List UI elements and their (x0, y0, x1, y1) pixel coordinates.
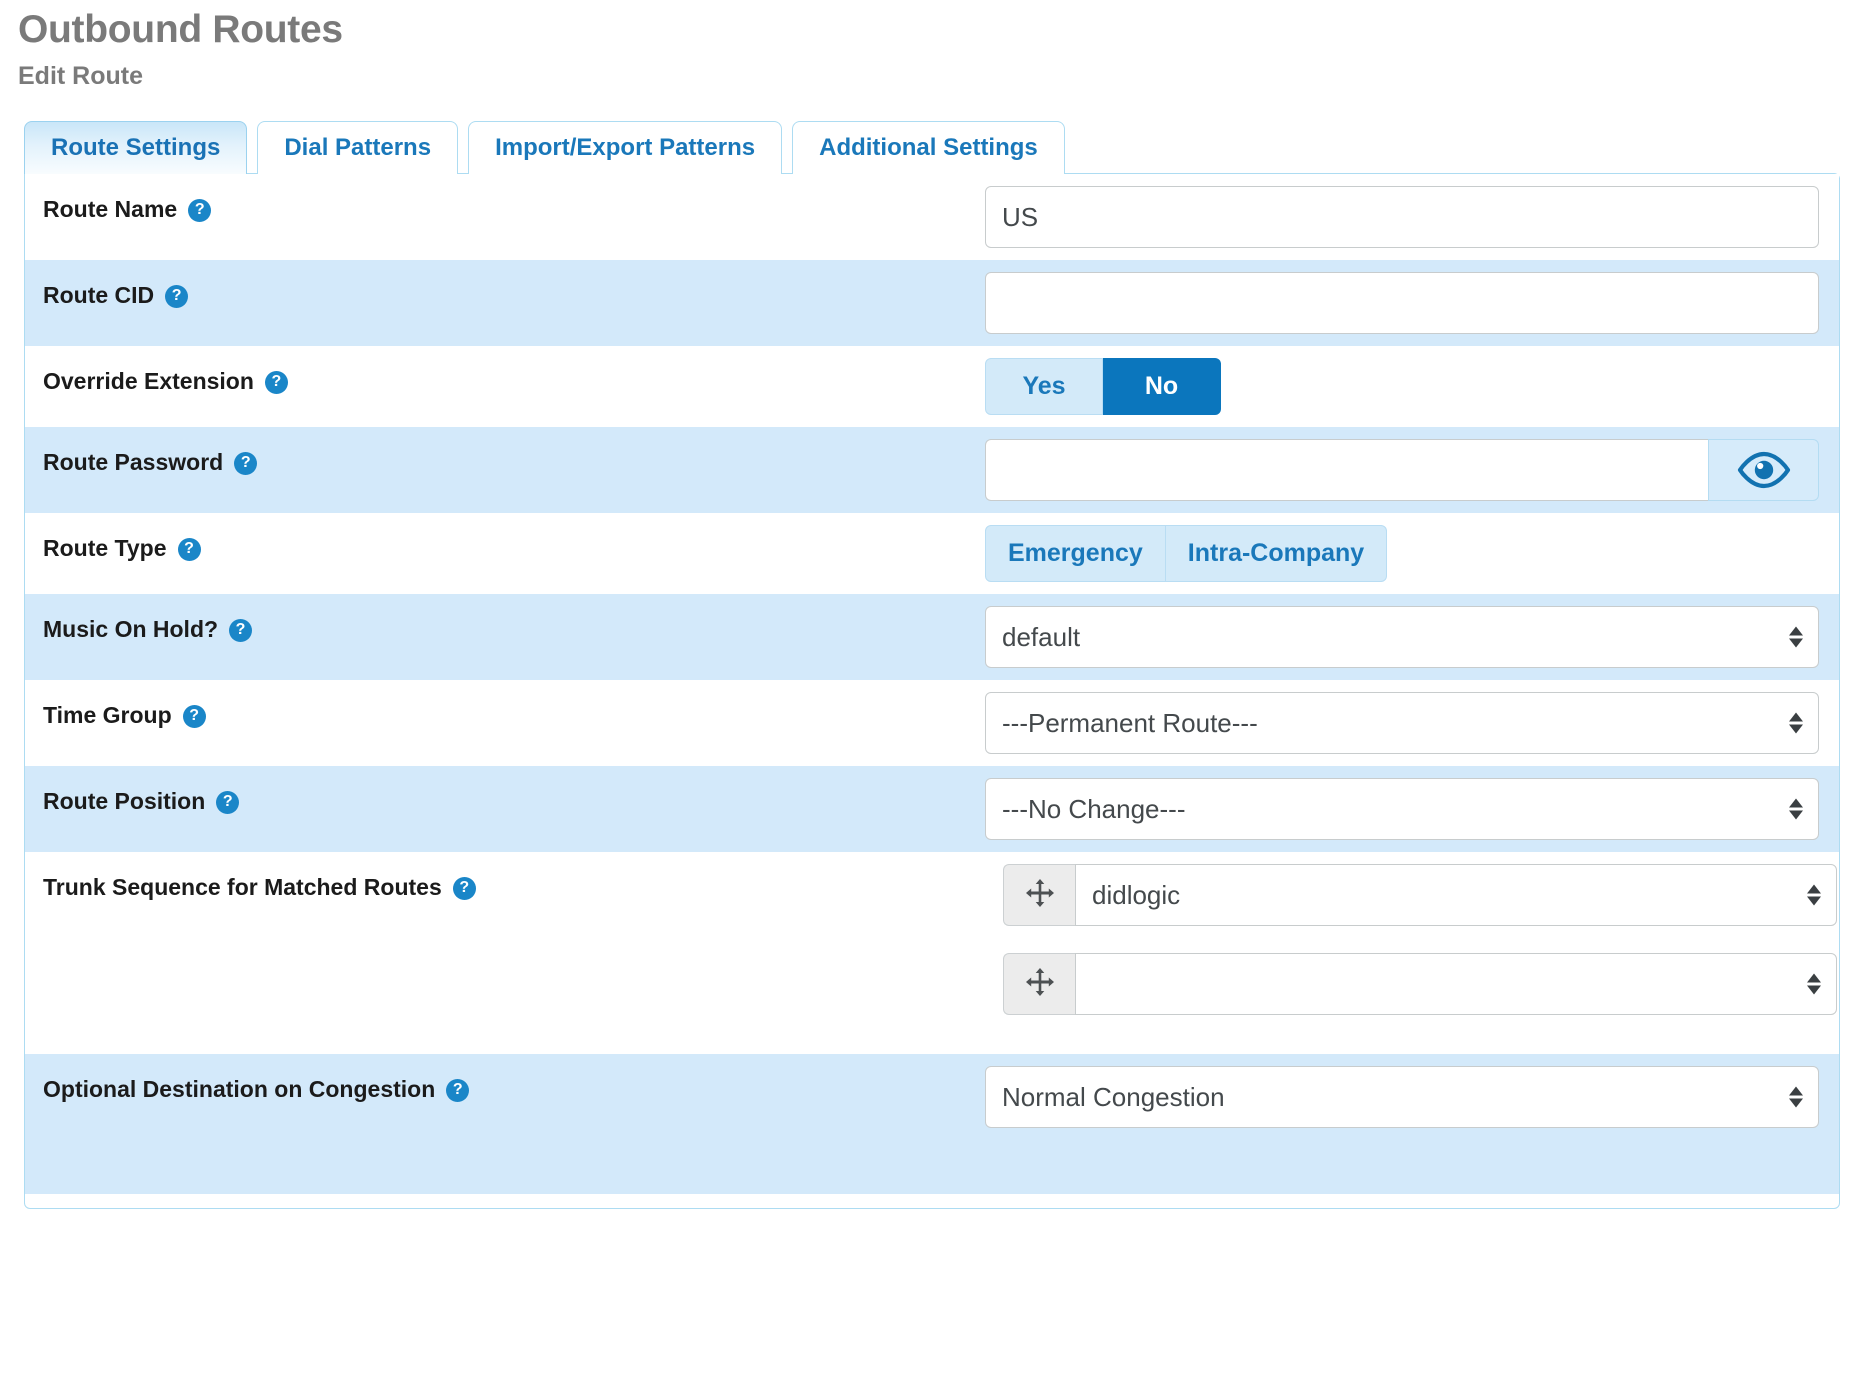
label-route-name: Route Name ? (25, 174, 985, 224)
help-icon[interactable]: ? (165, 285, 188, 308)
row-trunk-sequence: Trunk Sequence for Matched Routes ? didl… (25, 852, 1839, 1054)
trunk-sequence-row (1003, 953, 1837, 1015)
toggle-label: Yes (1022, 372, 1065, 401)
select-value: Normal Congestion (985, 1066, 1819, 1128)
trunk-select[interactable] (1075, 953, 1837, 1015)
row-optional-destination: Optional Destination on Congestion ? Nor… (25, 1054, 1839, 1194)
help-icon[interactable]: ? (234, 452, 257, 475)
field-route-name (985, 174, 1839, 260)
override-extension-yes[interactable]: Yes (985, 358, 1103, 415)
label-route-password: Route Password ? (25, 427, 985, 477)
select-value: didlogic (1075, 864, 1837, 926)
row-label-text: Trunk Sequence for Matched Routes (43, 874, 442, 902)
tab-additional-settings[interactable]: Additional Settings (792, 121, 1065, 174)
help-icon[interactable]: ? (453, 877, 476, 900)
row-route-password: Route Password ? (25, 427, 1839, 513)
row-route-cid: Route CID ? (25, 260, 1839, 346)
label-optional-destination: Optional Destination on Congestion ? (25, 1054, 985, 1104)
help-icon[interactable]: ? (265, 371, 288, 394)
help-icon[interactable]: ? (446, 1079, 469, 1102)
help-icon[interactable]: ? (188, 199, 211, 222)
eye-icon (1736, 451, 1792, 489)
time-group-select[interactable]: ---Permanent Route--- (985, 692, 1819, 754)
route-name-input[interactable] (985, 186, 1819, 248)
help-icon[interactable]: ? (183, 705, 206, 728)
select-value: ---No Change--- (985, 778, 1819, 840)
row-route-name: Route Name ? (25, 174, 1839, 260)
move-arrows-icon (1025, 967, 1055, 1002)
row-label-text: Route Password (43, 449, 223, 477)
field-override-extension: Yes No (985, 346, 1839, 427)
field-optional-destination: Normal Congestion (985, 1054, 1839, 1140)
tab-dial-patterns[interactable]: Dial Patterns (257, 121, 458, 174)
row-time-group: Time Group ? ---Permanent Route--- (25, 680, 1839, 766)
override-extension-toggle: Yes No (985, 358, 1221, 415)
field-trunk-sequence: didlogic (985, 852, 1839, 1054)
route-password-input[interactable] (985, 439, 1708, 501)
label-trunk-sequence: Trunk Sequence for Matched Routes ? (25, 852, 985, 902)
route-password-group (985, 439, 1819, 501)
field-route-cid (985, 260, 1839, 346)
drag-handle[interactable] (1003, 864, 1075, 926)
route-type-toggle: Emergency Intra-Company (985, 525, 1387, 582)
help-icon[interactable]: ? (178, 538, 201, 561)
row-override-extension: Override Extension ? Yes No (25, 346, 1839, 427)
row-label-text: Optional Destination on Congestion (43, 1076, 435, 1104)
move-arrows-icon (1025, 878, 1055, 913)
field-time-group: ---Permanent Route--- (985, 680, 1839, 766)
page-title: Outbound Routes (0, 0, 1864, 53)
outbound-routes-page: Outbound Routes Edit Route Route Setting… (0, 0, 1864, 1209)
help-icon[interactable]: ? (216, 791, 239, 814)
select-value: ---Permanent Route--- (985, 692, 1819, 754)
row-label-text: Route CID (43, 282, 154, 310)
row-music-on-hold: Music On Hold? ? default (25, 594, 1839, 680)
label-route-type: Route Type ? (25, 513, 985, 563)
label-time-group: Time Group ? (25, 680, 985, 730)
select-value: default (985, 606, 1819, 668)
route-type-emergency[interactable]: Emergency (985, 525, 1166, 582)
row-label-text: Route Position (43, 788, 205, 816)
toggle-label: No (1145, 372, 1178, 401)
help-icon[interactable]: ? (229, 619, 252, 642)
route-position-select[interactable]: ---No Change--- (985, 778, 1819, 840)
row-route-type: Route Type ? Emergency Intra-Company (25, 513, 1839, 594)
tab-label: Route Settings (51, 134, 220, 162)
music-on-hold-select[interactable]: default (985, 606, 1819, 668)
toggle-password-visibility-button[interactable] (1708, 439, 1819, 501)
field-route-password (985, 427, 1839, 513)
tab-route-settings[interactable]: Route Settings (24, 121, 247, 174)
field-music-on-hold: default (985, 594, 1839, 680)
label-route-cid: Route CID ? (25, 260, 985, 310)
row-route-position: Route Position ? ---No Change--- (25, 766, 1839, 852)
trunk-sequence-row: didlogic (1003, 864, 1837, 926)
optional-destination-select[interactable]: Normal Congestion (985, 1066, 1819, 1128)
label-route-position: Route Position ? (25, 766, 985, 816)
override-extension-no[interactable]: No (1103, 358, 1221, 415)
tab-bar: Route Settings Dial Patterns Import/Expo… (24, 121, 1864, 174)
route-cid-input[interactable] (985, 272, 1819, 334)
page-subtitle: Edit Route (0, 53, 1864, 91)
field-route-position: ---No Change--- (985, 766, 1839, 852)
route-settings-panel: Route Name ? Route CID ? Override Extens… (24, 173, 1840, 1209)
drag-handle[interactable] (1003, 953, 1075, 1015)
row-label-text: Time Group (43, 702, 172, 730)
row-label-text: Route Type (43, 535, 167, 563)
label-music-on-hold: Music On Hold? ? (25, 594, 985, 644)
select-value (1075, 953, 1837, 1015)
tab-label: Dial Patterns (284, 134, 431, 162)
tab-label: Additional Settings (819, 134, 1038, 162)
row-label-text: Music On Hold? (43, 616, 218, 644)
row-label-text: Override Extension (43, 368, 254, 396)
tab-import-export-patterns[interactable]: Import/Export Patterns (468, 121, 782, 174)
toggle-label: Emergency (1008, 539, 1143, 568)
row-label-text: Route Name (43, 196, 177, 224)
toggle-label: Intra-Company (1188, 539, 1364, 568)
field-route-type: Emergency Intra-Company (985, 513, 1839, 594)
route-type-intra-company[interactable]: Intra-Company (1166, 525, 1387, 582)
tab-label: Import/Export Patterns (495, 134, 755, 162)
trunk-select[interactable]: didlogic (1075, 864, 1837, 926)
label-override-extension: Override Extension ? (25, 346, 985, 396)
